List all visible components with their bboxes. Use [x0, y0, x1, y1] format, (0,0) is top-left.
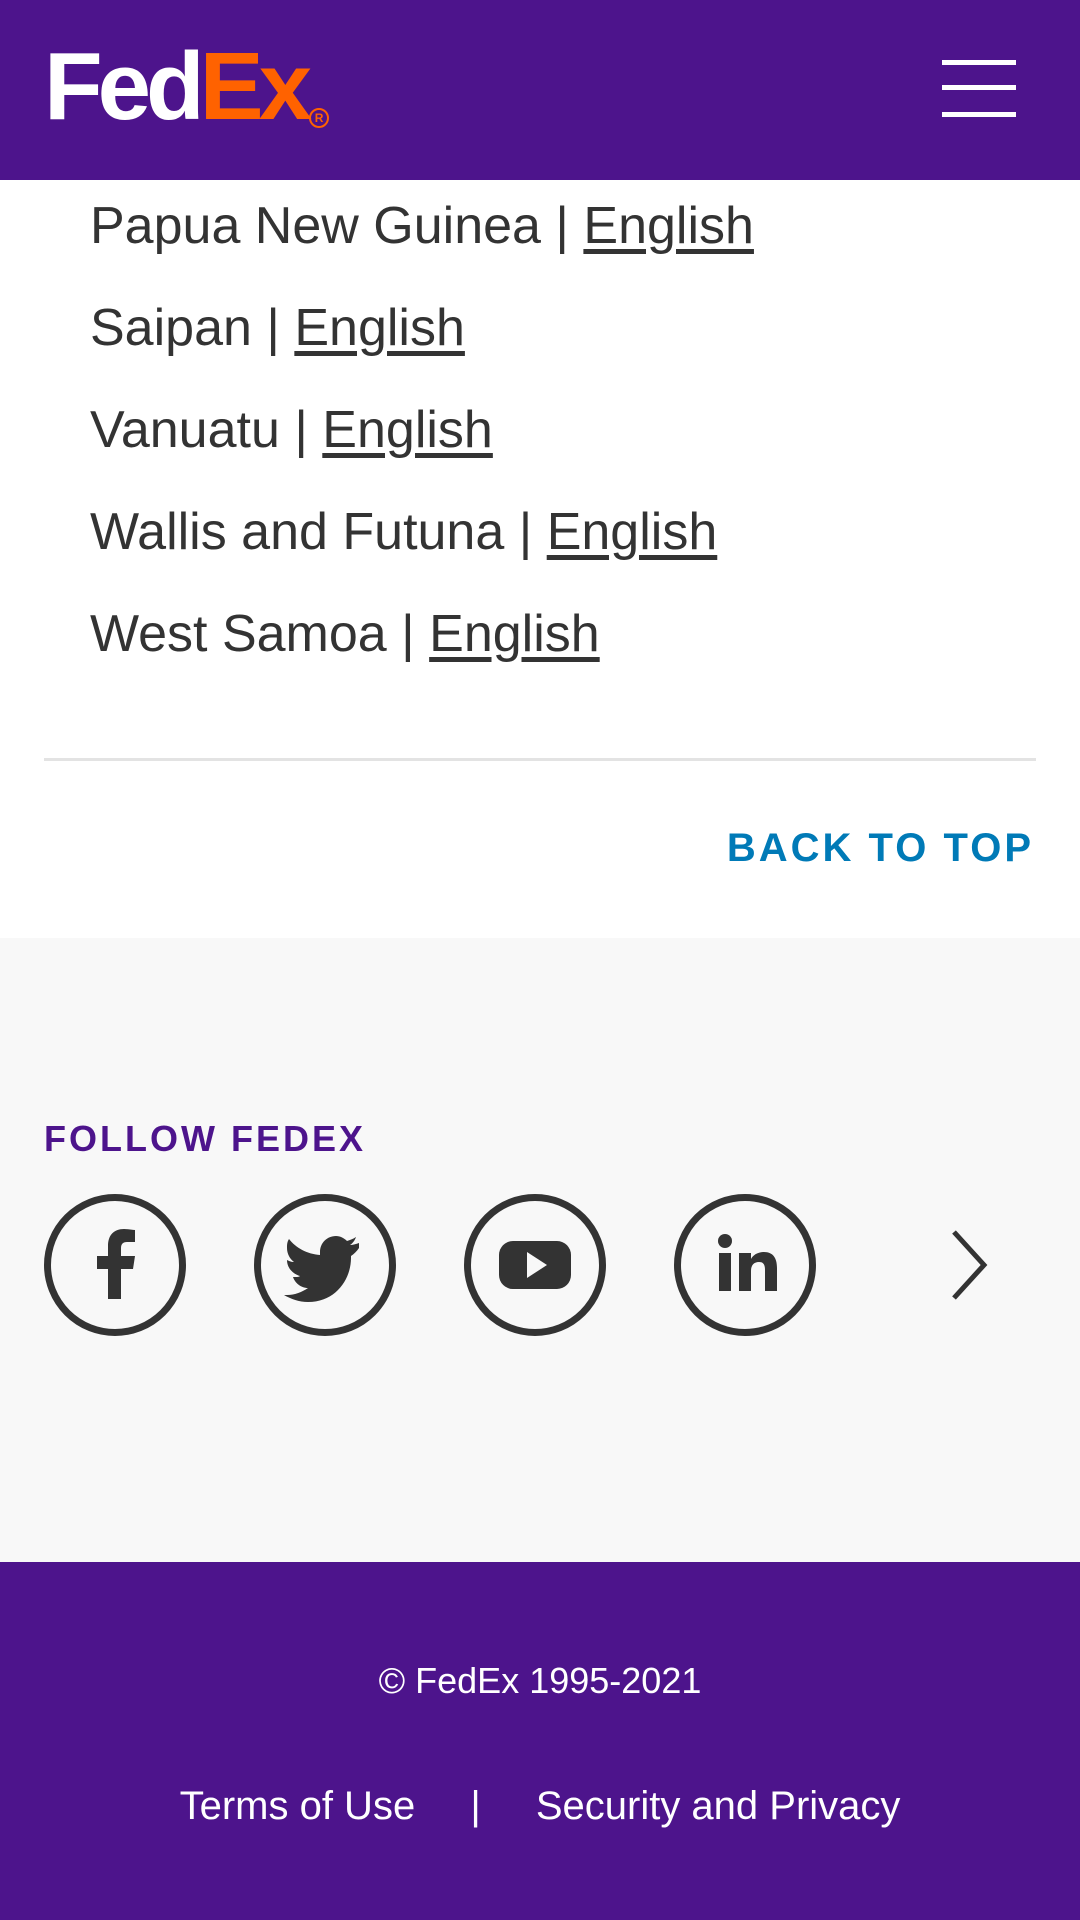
country-name: Vanuatu — [90, 401, 280, 459]
footer-divider: | — [470, 1784, 481, 1828]
logo-ex: Ex — [199, 33, 312, 140]
separator: | — [518, 503, 533, 561]
section-divider — [44, 758, 1036, 761]
separator: | — [294, 401, 308, 459]
country-item: Vanuatu | English — [90, 394, 754, 496]
menu-line — [942, 85, 1016, 90]
country-item: Wallis and Futuna | English — [90, 496, 754, 598]
registered-mark: R — [309, 108, 330, 128]
twitter-icon[interactable] — [254, 1194, 396, 1336]
separator: | — [266, 299, 280, 357]
follow-title: FOLLOW FEDEX — [44, 1118, 366, 1159]
chevron-right-glyph — [952, 1230, 988, 1300]
hamburger-menu-icon[interactable] — [940, 58, 1016, 122]
back-to-top-link[interactable]: BACK TO TOP — [727, 826, 1034, 871]
chevron-right-icon[interactable] — [940, 1220, 1000, 1310]
menu-line — [942, 112, 1016, 117]
language-link-english[interactable]: English — [322, 401, 493, 459]
menu-line — [942, 60, 1016, 65]
language-link-english[interactable]: English — [429, 605, 600, 663]
twitter-glyph — [284, 1236, 359, 1302]
copyright-text: © FedEx 1995-2021 — [378, 1660, 702, 1701]
country-list: Papua New Guinea | English Saipan | Engl… — [90, 190, 754, 700]
country-item: Saipan | English — [90, 292, 754, 394]
separator: | — [401, 605, 415, 663]
follow-section: FOLLOW FEDEX — [0, 938, 1080, 1562]
language-link-english[interactable]: English — [294, 299, 465, 357]
logo-fed: Fed — [44, 33, 205, 140]
country-name: Saipan — [90, 299, 252, 357]
youtube-glyph — [499, 1241, 571, 1289]
separator: | — [555, 197, 569, 255]
language-link-english[interactable]: English — [583, 197, 754, 255]
site-header: FedEx R — [0, 0, 1080, 180]
linkedin-glyph — [718, 1234, 777, 1291]
country-item: West Samoa | English — [90, 598, 754, 700]
country-name: West Samoa — [90, 605, 387, 663]
language-link-english[interactable]: English — [547, 503, 718, 561]
footer-links: Terms of Use | Security and Privacy — [0, 1784, 1080, 1829]
site-footer: © FedEx 1995-2021 Terms of Use | Securit… — [0, 1562, 1080, 1920]
country-name: Wallis and Futuna — [90, 503, 505, 561]
fedex-logo[interactable]: FedEx R — [44, 39, 330, 135]
country-name: Papua New Guinea — [90, 197, 541, 255]
terms-of-use-link[interactable]: Terms of Use — [180, 1784, 416, 1828]
linkedin-icon[interactable] — [674, 1194, 816, 1336]
facebook-glyph — [97, 1229, 135, 1299]
facebook-icon[interactable] — [44, 1194, 186, 1336]
security-privacy-link[interactable]: Security and Privacy — [536, 1784, 901, 1828]
youtube-icon[interactable] — [464, 1194, 606, 1336]
country-item: Papua New Guinea | English — [90, 190, 754, 292]
